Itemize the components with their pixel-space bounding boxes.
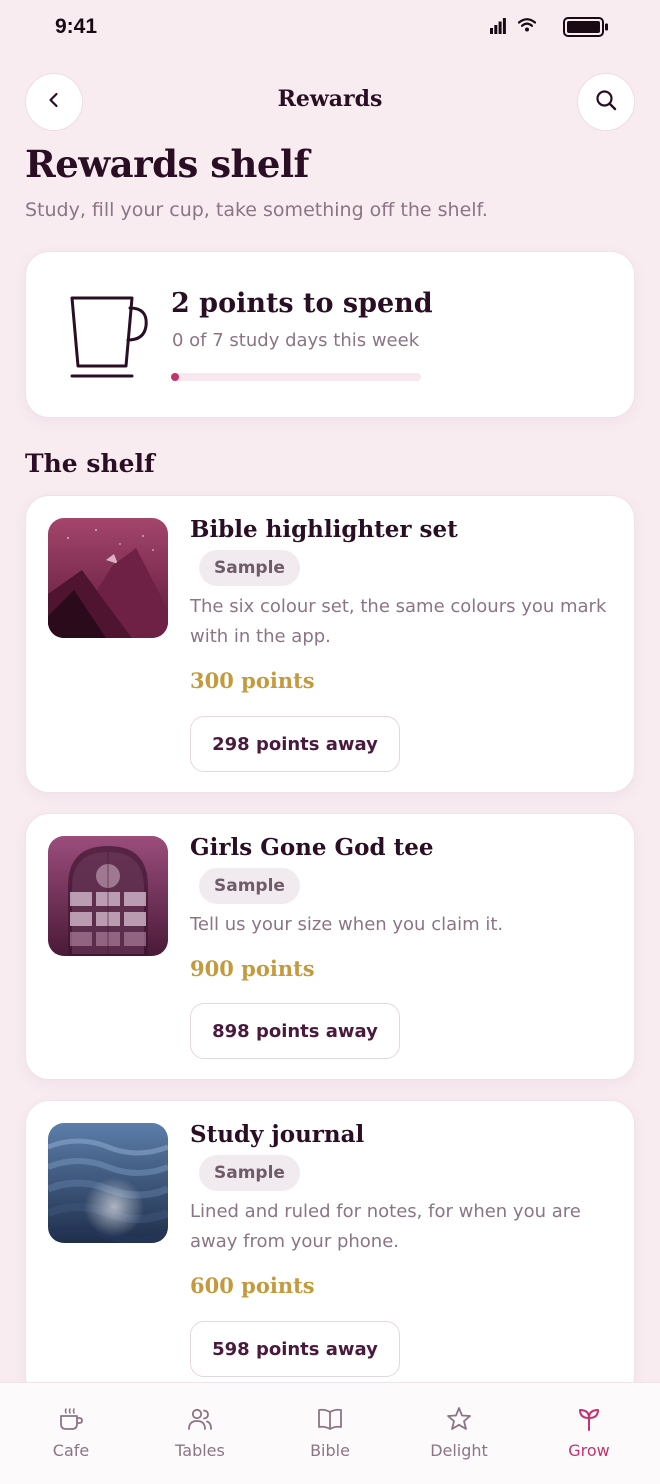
search-button[interactable] — [577, 73, 635, 131]
waves-image — [48, 1123, 168, 1243]
points-away-button[interactable]: 598 points away — [190, 1321, 400, 1377]
book-icon — [316, 1405, 344, 1433]
reward-card[interactable]: Study journal Sample Lined and ruled for… — [25, 1100, 635, 1400]
status-bar: 9:41 — [0, 0, 660, 56]
reward-cost: 600 points — [190, 1273, 315, 1298]
tab-label: Tables — [175, 1441, 225, 1460]
sprout-icon — [575, 1405, 603, 1433]
search-icon — [594, 88, 618, 116]
reward-title: Girls Gone God tee — [190, 834, 434, 861]
coffee-cup-icon — [57, 1405, 85, 1433]
reward-description: The six colour set, the same colours you… — [190, 596, 607, 647]
bottom-tab-bar: Cafe Tables Bible Delight Grow — [0, 1382, 660, 1484]
shelf-section-title: The shelf — [25, 449, 155, 478]
wifi-icon — [517, 17, 537, 37]
tab-label: Grow — [568, 1441, 610, 1460]
tab-tables[interactable]: Tables — [134, 1383, 266, 1484]
page-title: Rewards shelf — [25, 142, 309, 186]
study-progress-fill — [171, 373, 179, 381]
study-progress-bar — [171, 373, 421, 381]
tab-label: Bible — [310, 1441, 350, 1460]
people-icon — [186, 1405, 214, 1433]
reward-description: Tell us your size when you claim it. — [190, 914, 504, 935]
tab-label: Delight — [430, 1441, 488, 1460]
tab-bible[interactable]: Bible — [264, 1383, 396, 1484]
points-away-button[interactable]: 898 points away — [190, 1003, 400, 1059]
reward-title: Study journal — [190, 1121, 365, 1148]
points-balance: 2 points to spend — [171, 288, 433, 319]
status-time: 9:41 — [55, 15, 98, 38]
reward-cost: 900 points — [190, 956, 315, 981]
sample-badge: Sample — [199, 868, 300, 904]
reward-title: Bible highlighter set — [190, 516, 458, 543]
study-days-progress-text: 0 of 7 study days this week — [172, 330, 420, 351]
battery-icon — [563, 17, 609, 41]
reward-card[interactable]: Girls Gone God tee Sample Tell us your s… — [25, 813, 635, 1080]
points-away-button[interactable]: 298 points away — [190, 716, 400, 772]
reward-description: Lined and ruled for notes, for when you … — [190, 1201, 581, 1252]
page-subtitle: Study, fill your cup, take something off… — [25, 199, 488, 221]
cup-icon — [66, 292, 150, 386]
reward-cost: 300 points — [190, 668, 315, 693]
reward-card[interactable]: Bible highlighter set Sample The six col… — [25, 495, 635, 793]
points-card: 2 points to spend 0 of 7 study days this… — [25, 251, 635, 418]
sample-badge: Sample — [199, 550, 300, 586]
tab-cafe[interactable]: Cafe — [5, 1383, 137, 1484]
signal-icon — [490, 18, 506, 38]
star-icon — [445, 1405, 473, 1433]
tab-label: Cafe — [52, 1441, 90, 1460]
tab-grow[interactable]: Grow — [523, 1383, 655, 1484]
mountain-image — [48, 518, 168, 638]
nav-title: Rewards — [277, 86, 383, 112]
tab-delight[interactable]: Delight — [393, 1383, 525, 1484]
sample-badge: Sample — [199, 1155, 300, 1191]
arched-window-image — [48, 836, 168, 956]
